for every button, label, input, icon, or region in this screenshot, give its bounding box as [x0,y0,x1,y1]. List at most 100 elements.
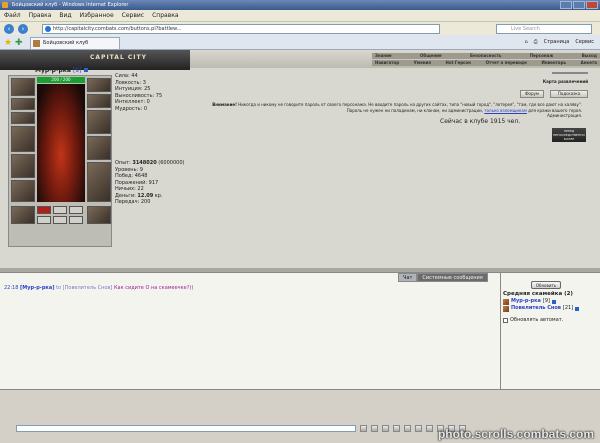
tab-chat[interactable]: Чат [398,273,418,282]
warning-label: Внимание! [212,102,237,107]
rings-slot[interactable] [87,136,111,160]
rune-slot-3[interactable] [37,216,51,224]
map-label[interactable]: Карта развлечений [540,79,588,85]
page-menu[interactable]: Страница [544,37,570,48]
nav-inventory[interactable]: Инвентарь [541,60,566,66]
menu-edit[interactable]: Правка [29,10,52,21]
search-input[interactable]: Live Search [496,24,592,34]
menu-favorites[interactable]: Избранное [80,10,114,21]
user-name[interactable]: Мур-р-рка [511,298,541,305]
pet-slot[interactable] [37,206,51,214]
private-icon[interactable] [503,305,509,312]
nav-navigator[interactable]: Навигатор [375,60,399,66]
shield-slot[interactable] [87,110,111,134]
send-icon[interactable] [360,425,367,432]
character-name[interactable]: Мур-р-рка [9] [35,67,88,74]
tools-menu[interactable]: Сервис [575,37,594,48]
chat-input[interactable] [16,425,356,432]
minimize-button[interactable] [560,1,572,9]
info-icon[interactable] [575,306,580,311]
hp-bar: 200 / 200 [37,77,85,83]
cloak-slot[interactable] [87,206,111,224]
home-icon[interactable]: ⌂ [524,37,527,48]
rune-slot-2[interactable] [69,206,83,214]
club-plate[interactable]: ПЕРЕД НЕПОСРЕДСТВЕННО БОЛЕЕ [552,128,586,142]
smiles-icon[interactable] [393,425,400,432]
user-name[interactable]: Повелитель Снов [511,305,561,312]
nav-transfer-report[interactable]: Отчет о переводе [486,60,527,66]
address-bar: ‹ › http://capitalcity.combats.com/butto… [0,21,600,35]
gloves-slot[interactable] [87,94,111,108]
nav-hot[interactable]: Hot Герсон [446,60,471,66]
bracer-slot[interactable] [87,78,111,92]
tab-system-messages[interactable]: Системные сообщения [417,273,488,282]
forward-icon[interactable]: › [18,24,28,34]
user-level: [9] [542,298,550,304]
list-item[interactable]: Повелитель Снов [21] [503,305,580,312]
user-list: Мур-р-рка [9] Повелитель Снов [21] [503,298,580,312]
auto-refresh-label: Обновлять автомат. [510,317,564,323]
character-avatar[interactable] [37,84,85,202]
clear-icon[interactable] [371,425,378,432]
forum-button[interactable]: Форум [520,90,544,98]
earring-slot[interactable] [11,98,35,110]
maximize-button[interactable] [573,1,585,9]
settings-icon[interactable] [415,425,422,432]
close-button[interactable] [586,1,598,9]
experience-row: Опыт: 3148020 (6000000) [115,160,185,166]
nav-profile[interactable]: Анкета [581,60,597,66]
stat-wisdom: Мудрость: 0 [115,105,148,112]
weapon-slot[interactable] [11,126,35,152]
info-icon[interactable] [83,68,88,72]
warning-link[interactable]: только взломщикам [484,108,527,113]
rune-slot-4[interactable] [53,216,67,224]
rune-slot-1[interactable] [53,206,67,214]
user-level: [21] [562,305,574,311]
nav-security[interactable]: Безопасность [470,53,501,59]
back-icon[interactable]: ‹ [4,24,14,34]
nav-exit[interactable]: Выход [582,53,597,59]
helmet-slot[interactable] [11,78,35,96]
menu-tools[interactable]: Сервис [122,10,144,21]
tab-label: Бойцовский клуб [43,40,89,46]
translit-icon[interactable] [404,425,411,432]
money-value: 12.09 [137,192,154,199]
menu-view[interactable]: Вид [59,10,71,21]
chat-recipient[interactable]: to [Повелитель Снов] [56,285,112,291]
rune-slot-5[interactable] [69,216,83,224]
game-logo: CAPITAL CITY [0,50,190,70]
nav-character[interactable]: Персонаж [530,53,554,59]
tab-combats[interactable]: Бойцовский клуб [30,37,120,49]
tip-button[interactable]: Подсказка [550,90,588,98]
favorites-star-icon[interactable]: ★ [4,38,12,48]
menu-help[interactable]: Справка [152,10,178,21]
chat-time[interactable]: 22:18 [4,285,18,291]
info-icon[interactable] [551,299,556,304]
auto-refresh[interactable]: Обновлять автомат. [503,317,563,323]
belt-slot[interactable] [11,180,35,202]
amulet-slot[interactable] [11,112,35,124]
print-icon[interactable]: ⎙ [534,37,538,48]
menu-file[interactable]: Файл [4,10,21,21]
filter-icon[interactable] [382,425,389,432]
window-title-bar: Бойцовский клуб - Windows Internet Explo… [0,0,600,10]
refresh-button[interactable]: Обновить [531,281,561,289]
game-frame: CAPITAL CITY Знание Общение Безопасность… [0,50,600,268]
chat-sender[interactable]: [Мур-р-рка] [20,285,54,291]
nav-communication[interactable]: Общение [420,53,442,59]
boots-slot[interactable] [87,162,111,202]
url-field[interactable]: http://capitalcity.combats.com/buttons.p… [42,24,440,34]
map-button[interactable] [552,72,588,74]
nav-skills[interactable]: Умения [414,60,431,66]
window-title: Бойцовский клуб - Windows Internet Explo… [12,2,129,8]
sound-icon[interactable] [426,425,433,432]
list-item[interactable]: Мур-р-рка [9] [503,298,579,305]
chat-message: 22:18 [Мур-р-рка] to [Повелитель Снов] К… [4,285,193,291]
private-icon[interactable] [503,298,509,305]
armor-slot[interactable] [11,154,35,178]
ie-icon [2,2,8,8]
auto-refresh-checkbox[interactable] [503,317,508,323]
nav-knowledge[interactable]: Знание [375,53,392,59]
pants-slot[interactable] [11,206,35,224]
add-favorite-icon[interactable]: ✚ [15,38,23,48]
